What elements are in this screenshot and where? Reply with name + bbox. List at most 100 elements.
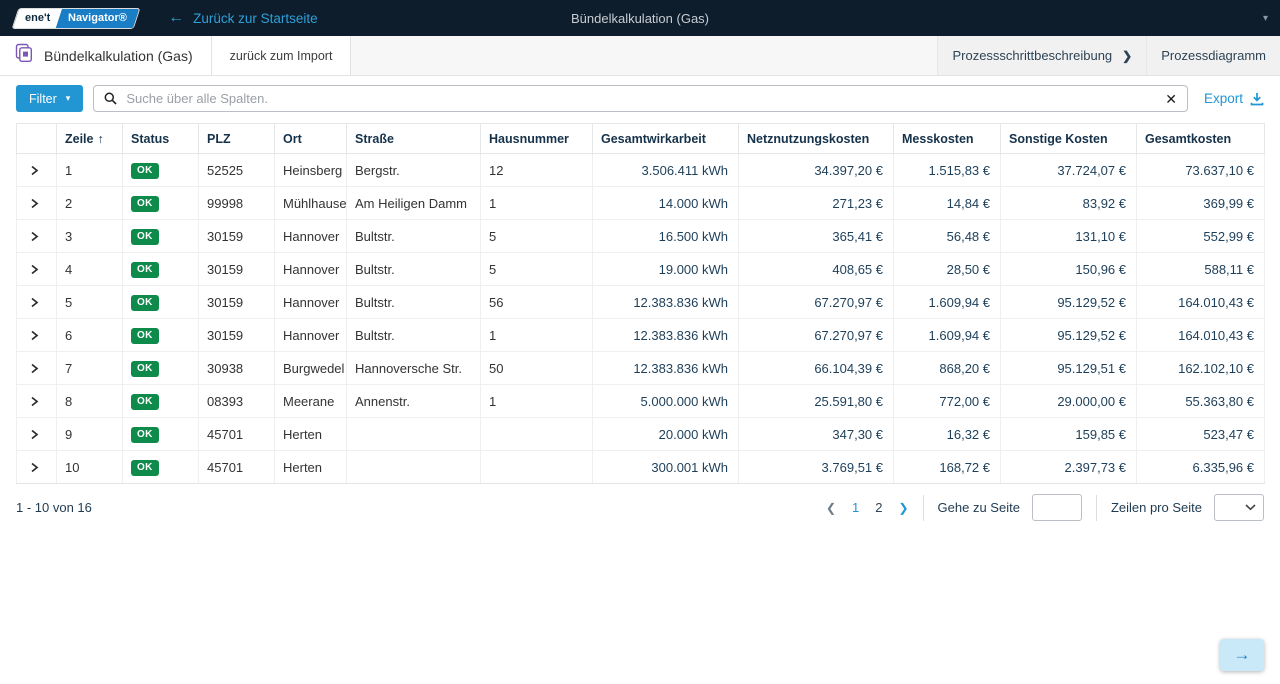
filter-button[interactable]: Filter ▾ xyxy=(16,85,83,112)
row-range-label: 1 - 10 von 16 xyxy=(16,500,92,515)
cell-status: OK xyxy=(123,154,199,187)
arrow-right-icon: → xyxy=(1234,645,1251,665)
expand-row-button[interactable] xyxy=(25,460,44,475)
cell-sonstige-kosten: 2.397,73 € xyxy=(1001,451,1137,484)
cell-status: OK xyxy=(123,286,199,319)
cell-zeile: 9 xyxy=(57,418,123,451)
cell-zeile: 5 xyxy=(57,286,123,319)
cell-hausnummer: 56 xyxy=(481,286,593,319)
cell-ort: Hannover xyxy=(275,253,347,286)
enet-navigator-logo: ene't Navigator® xyxy=(13,9,139,28)
cell-gesamtwirkarbeit: 5.000.000 kWh xyxy=(593,385,739,418)
page-button-1[interactable]: 1 xyxy=(852,500,859,515)
header-sonstige-kosten[interactable]: Sonstige Kosten xyxy=(1001,124,1137,154)
back-link-label: Zurück zur Startseite xyxy=(193,11,318,26)
header-netznutzungskosten[interactable]: Netznutzungskosten xyxy=(739,124,894,154)
previous-page-button[interactable]: ❮ xyxy=(826,501,836,515)
module-tab-bar: Bündelkalkulation (Gas) zurück zum Impor… xyxy=(0,36,1280,76)
expand-row-button[interactable] xyxy=(25,229,44,244)
expand-row-button[interactable] xyxy=(25,295,44,310)
cell-plz: 52525 xyxy=(199,154,275,187)
search-input[interactable] xyxy=(126,91,1156,106)
header-plz[interactable]: PLZ xyxy=(199,124,275,154)
header-expander xyxy=(17,124,57,154)
cell-netznutzungskosten: 25.591,80 € xyxy=(739,385,894,418)
module-title: Bündelkalkulation (Gas) xyxy=(44,48,193,64)
expand-row-button[interactable] xyxy=(25,163,44,178)
cell-gesamtwirkarbeit: 12.383.836 kWh xyxy=(593,352,739,385)
table-body: 1 OK 52525 Heinsberg Bergstr. 12 3.506.4… xyxy=(17,154,1265,484)
cell-netznutzungskosten: 67.270,97 € xyxy=(739,319,894,352)
cell-sonstige-kosten: 131,10 € xyxy=(1001,220,1137,253)
next-page-button[interactable]: ❯ xyxy=(898,501,908,515)
documents-icon xyxy=(14,43,34,68)
header-status[interactable]: Status xyxy=(123,124,199,154)
header-zeile[interactable]: Zeile↑ xyxy=(57,124,123,154)
tab-process-step-description[interactable]: Prozessschrittbeschreibung ❯ xyxy=(937,36,1146,75)
cell-gesamtwirkarbeit: 3.506.411 kWh xyxy=(593,154,739,187)
cell-expander xyxy=(17,220,57,253)
caret-down-icon[interactable]: ▾ xyxy=(1263,13,1268,24)
page-button-2[interactable]: 2 xyxy=(875,500,882,515)
table-header-row: Zeile↑ Status PLZ Ort Straße Hausnummer … xyxy=(17,124,1265,154)
cell-plz: 30938 xyxy=(199,352,275,385)
expand-row-button[interactable] xyxy=(25,361,44,376)
header-messkosten[interactable]: Messkosten xyxy=(894,124,1001,154)
header-ort[interactable]: Ort xyxy=(275,124,347,154)
cell-hausnummer: 1 xyxy=(481,187,593,220)
rows-per-page-select[interactable] xyxy=(1214,494,1264,521)
cell-strasse: Am Heiligen Damm xyxy=(347,187,481,220)
expand-row-button[interactable] xyxy=(25,196,44,211)
expand-row-button[interactable] xyxy=(25,394,44,409)
cell-plz: 08393 xyxy=(199,385,275,418)
cell-ort: Mühlhausen xyxy=(275,187,347,220)
cell-sonstige-kosten: 37.724,07 € xyxy=(1001,154,1137,187)
status-badge: OK xyxy=(131,361,159,377)
expand-row-button[interactable] xyxy=(25,328,44,343)
tab-back-to-import[interactable]: zurück zum Import xyxy=(212,36,352,75)
cell-zeile: 3 xyxy=(57,220,123,253)
next-step-button[interactable]: → xyxy=(1220,639,1264,671)
cell-plz: 99998 xyxy=(199,187,275,220)
pagination: ❮ 1 2 ❯ xyxy=(826,500,909,515)
cell-messkosten: 14,84 € xyxy=(894,187,1001,220)
cell-strasse: Bergstr. xyxy=(347,154,481,187)
cell-gesamtwirkarbeit: 300.001 kWh xyxy=(593,451,739,484)
top-navigation-bar: ene't Navigator® ← Zurück zur Startseite… xyxy=(0,0,1280,36)
header-hausnummer[interactable]: Hausnummer xyxy=(481,124,593,154)
header-gesamtwirkarbeit[interactable]: Gesamtwirkarbeit xyxy=(593,124,739,154)
cell-messkosten: 1.609,94 € xyxy=(894,286,1001,319)
process-step-label: Prozessschrittbeschreibung xyxy=(952,48,1112,63)
cell-zeile: 10 xyxy=(57,451,123,484)
cell-ort: Hannover xyxy=(275,319,347,352)
cell-expander xyxy=(17,253,57,286)
search-icon xyxy=(104,92,117,105)
expand-row-button[interactable] xyxy=(25,427,44,442)
cell-zeile: 8 xyxy=(57,385,123,418)
expand-row-button[interactable] xyxy=(25,262,44,277)
cell-status: OK xyxy=(123,418,199,451)
tab-process-diagram[interactable]: Prozessdiagramm xyxy=(1146,36,1280,75)
table-row: 5 OK 30159 Hannover Bultstr. 56 12.383.8… xyxy=(17,286,1265,319)
cell-plz: 45701 xyxy=(199,451,275,484)
cell-sonstige-kosten: 95.129,51 € xyxy=(1001,352,1137,385)
filter-label: Filter xyxy=(29,92,57,106)
cell-plz: 30159 xyxy=(199,319,275,352)
clear-icon[interactable]: ✕ xyxy=(1165,92,1177,106)
status-badge: OK xyxy=(131,196,159,212)
header-gesamtkosten[interactable]: Gesamtkosten xyxy=(1137,124,1265,154)
goto-page-input[interactable] xyxy=(1032,494,1082,521)
cell-status: OK xyxy=(123,385,199,418)
export-button[interactable]: Export xyxy=(1204,91,1264,106)
header-strasse[interactable]: Straße xyxy=(347,124,481,154)
chevron-down-icon xyxy=(1245,504,1256,511)
cell-sonstige-kosten: 83,92 € xyxy=(1001,187,1137,220)
cell-gesamtkosten: 552,99 € xyxy=(1137,220,1265,253)
cell-ort: Burgwedel xyxy=(275,352,347,385)
table-row: 9 OK 45701 Herten 20.000 kWh 347,30 € 16… xyxy=(17,418,1265,451)
table-row: 8 OK 08393 Meerane Annenstr. 1 5.000.000… xyxy=(17,385,1265,418)
back-to-start-link[interactable]: ← Zurück zur Startseite xyxy=(168,10,318,26)
results-table: Zeile↑ Status PLZ Ort Straße Hausnummer … xyxy=(16,123,1265,484)
cell-sonstige-kosten: 95.129,52 € xyxy=(1001,319,1137,352)
status-badge: OK xyxy=(131,427,159,443)
